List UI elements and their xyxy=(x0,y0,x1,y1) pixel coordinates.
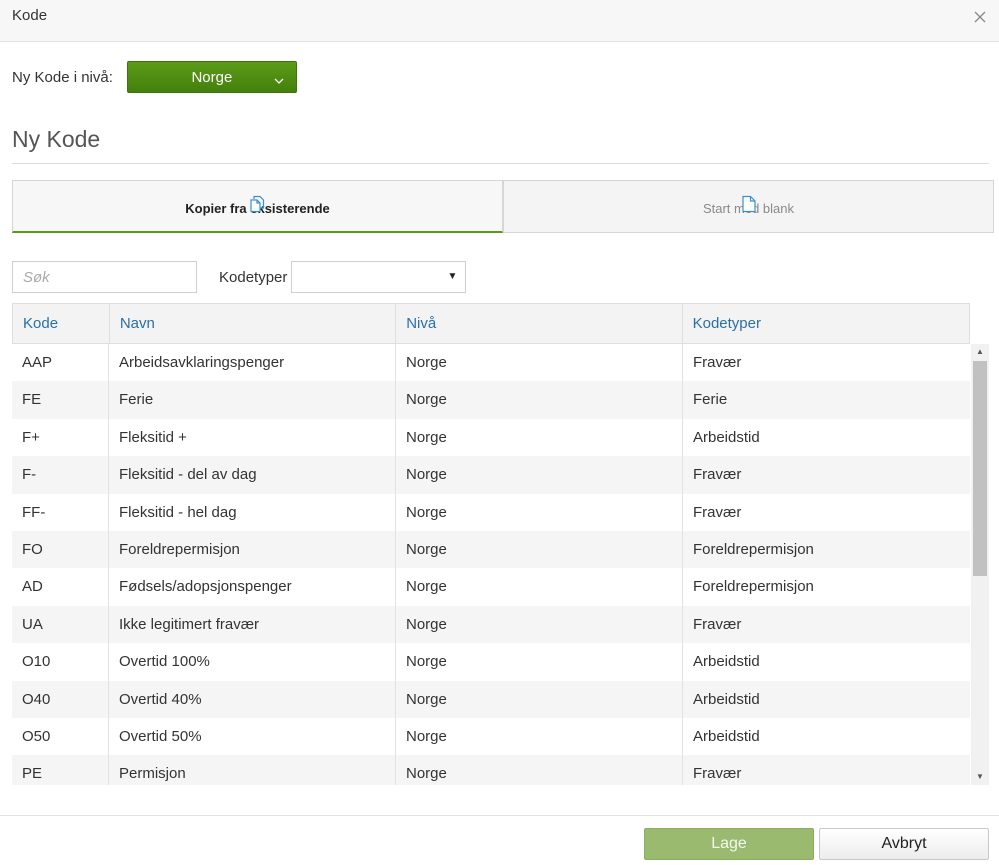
cell-navn: Ferie xyxy=(109,381,396,419)
table-row[interactable]: FE Ferie Norge Ferie xyxy=(12,381,970,419)
table-row[interactable]: O50 Overtid 50% Norge Arbeidstid xyxy=(12,717,970,756)
table-row[interactable]: O10 Overtid 100% Norge Arbeidstid xyxy=(12,643,970,681)
cell-navn: Overtid 50% xyxy=(109,717,396,756)
table-row[interactable]: F+ Fleksitid + Norge Arbeidstid xyxy=(12,418,970,457)
column-header-niva[interactable]: Nivå xyxy=(396,304,683,343)
cell-niva: Norge xyxy=(396,717,683,756)
cell-kodetyper: Foreldrepermisjon xyxy=(693,540,814,558)
section-divider xyxy=(12,163,989,164)
codetype-select[interactable]: ▼ xyxy=(291,261,467,293)
cell-kode: FO xyxy=(12,530,109,569)
table-row[interactable]: AAP Arbeidsavklaringspenger Norge Fravær xyxy=(12,344,970,382)
table-scrollbar[interactable]: ▲ ▼ xyxy=(971,344,989,785)
dialog-titlebar: Kode xyxy=(0,0,999,42)
caret-down-icon: ▼ xyxy=(447,271,458,282)
cell-kodetyper: Arbeidstid xyxy=(693,727,760,745)
copy-documents-icon xyxy=(249,195,267,218)
filter-row: Kodetyper ▼ xyxy=(12,261,467,293)
scroll-up-arrow-icon[interactable]: ▲ xyxy=(971,344,989,360)
cell-niva: Norge xyxy=(396,643,683,681)
dialog-title: Kode xyxy=(12,7,48,24)
cell-navn: Fleksitid + xyxy=(109,418,396,457)
cell-kode: F- xyxy=(12,456,109,494)
table-row[interactable]: AD Fødsels/adopsjonspenger Norge Foreldrepe… xyxy=(12,568,970,606)
cell-niva: Norge xyxy=(396,605,683,644)
table-row[interactable]: O40 Overtid 40% Norge Arbeidstid xyxy=(12,680,970,718)
table-header: Kode Navn Nivå Kodetyper xyxy=(12,303,970,344)
cell-niva: Norge xyxy=(396,493,683,531)
cell-kodetyper: Fravær xyxy=(693,615,742,633)
codes-table: Kode Navn Nivå Kodetyper AAP Arbeidsavkla… xyxy=(12,303,989,785)
tab-copy-existing[interactable]: Kopier fra eksisterende xyxy=(12,180,503,233)
table-row[interactable]: UA Ikke legitimert fravær Norge Fravær xyxy=(12,605,970,644)
cell-navn: Fleksitid - hel dag xyxy=(109,493,396,531)
cell-kodetyper: Fravær xyxy=(693,466,742,484)
cell-kodetyper: Arbeidstid xyxy=(693,428,760,446)
cell-niva: Norge xyxy=(396,568,683,606)
level-row: Ny Kode i nivå: Norge xyxy=(12,61,297,93)
cell-kode: F+ xyxy=(12,418,109,457)
blank-document-icon xyxy=(741,195,757,218)
cell-niva: Norge xyxy=(396,381,683,419)
cell-niva: Norge xyxy=(396,530,683,569)
scrollbar-thumb[interactable] xyxy=(973,361,987,576)
section-title: Ny Kode xyxy=(12,126,101,152)
close-icon[interactable] xyxy=(971,8,989,26)
level-label: Ny Kode i nivå: xyxy=(12,68,113,86)
column-header-navn[interactable]: Navn xyxy=(110,304,397,343)
cell-navn: Fleksitid - del av dag xyxy=(109,456,396,494)
cell-kode: UA xyxy=(12,605,109,644)
cell-kode: O10 xyxy=(12,643,109,681)
cell-niva: Norge xyxy=(396,755,683,785)
cell-kode: FF- xyxy=(12,493,109,531)
cell-navn: Foreldrepermisjon xyxy=(109,530,396,569)
cell-kode: AAP xyxy=(12,344,109,382)
level-dropdown[interactable]: Norge xyxy=(126,61,297,93)
cell-niva: Norge xyxy=(396,418,683,457)
cell-kodetyper: Ferie xyxy=(693,391,728,409)
scroll-down-arrow-icon[interactable]: ▼ xyxy=(971,769,989,785)
table-row[interactable]: FO Foreldrepermisjon Norge Foreldrepermisjo… xyxy=(12,530,970,569)
table-row[interactable]: PE Permisjon Norge Fravær xyxy=(12,755,970,785)
cell-niva: Norge xyxy=(396,456,683,494)
cancel-button[interactable]: Avbryt xyxy=(819,828,989,860)
column-header-kodetyper[interactable]: Kodetyper xyxy=(683,304,969,343)
cell-kode: PE xyxy=(12,755,109,785)
cell-navn: Ikke legitimert fravær xyxy=(109,605,396,644)
chevron-down-icon xyxy=(274,72,284,89)
create-button[interactable]: Lage xyxy=(644,828,814,860)
tab-start-blank[interactable]: Start med blank xyxy=(503,180,994,233)
cell-kodetyper: Fravær xyxy=(693,765,742,783)
cell-navn: Arbeidsavklaringspenger xyxy=(109,344,396,382)
search-input[interactable] xyxy=(12,261,197,293)
cell-kode: AD xyxy=(12,568,109,606)
cell-niva: Norge xyxy=(396,344,683,382)
mode-tabs: Kopier fra eksisterende Start med blank xyxy=(12,180,994,233)
cell-kodetyper: Arbeidstid xyxy=(693,653,760,671)
cell-kodetyper: Arbeidstid xyxy=(693,690,760,708)
cell-navn: Overtid 40% xyxy=(109,680,396,718)
cell-kode: O40 xyxy=(12,680,109,718)
cell-navn: Fødsels/adopsjonspenger xyxy=(109,568,396,606)
cell-kode: FE xyxy=(12,381,109,419)
table-row[interactable]: F- Fleksitid - del av dag Norge Fravær xyxy=(12,456,970,494)
level-dropdown-value: Norge xyxy=(191,68,233,86)
column-header-kode[interactable]: Kode xyxy=(13,304,110,343)
cell-navn: Permisjon xyxy=(109,755,396,785)
cell-kodetyper: Fravær xyxy=(693,354,742,371)
codetype-filter-label: Kodetyper xyxy=(219,268,288,286)
cell-navn: Overtid 100% xyxy=(109,643,396,681)
cell-kode: O50 xyxy=(12,717,109,756)
table-row[interactable]: FF- Fleksitid - hel dag Norge Fravær xyxy=(12,493,970,531)
cell-kodetyper: Foreldrepermisjon xyxy=(693,578,814,596)
footer-divider xyxy=(0,815,999,816)
cell-niva: Norge xyxy=(396,680,683,718)
cell-kodetyper: Fravær xyxy=(693,503,742,521)
table-body: AAP Arbeidsavklaringspenger Norge Fravær FE F… xyxy=(12,344,970,785)
